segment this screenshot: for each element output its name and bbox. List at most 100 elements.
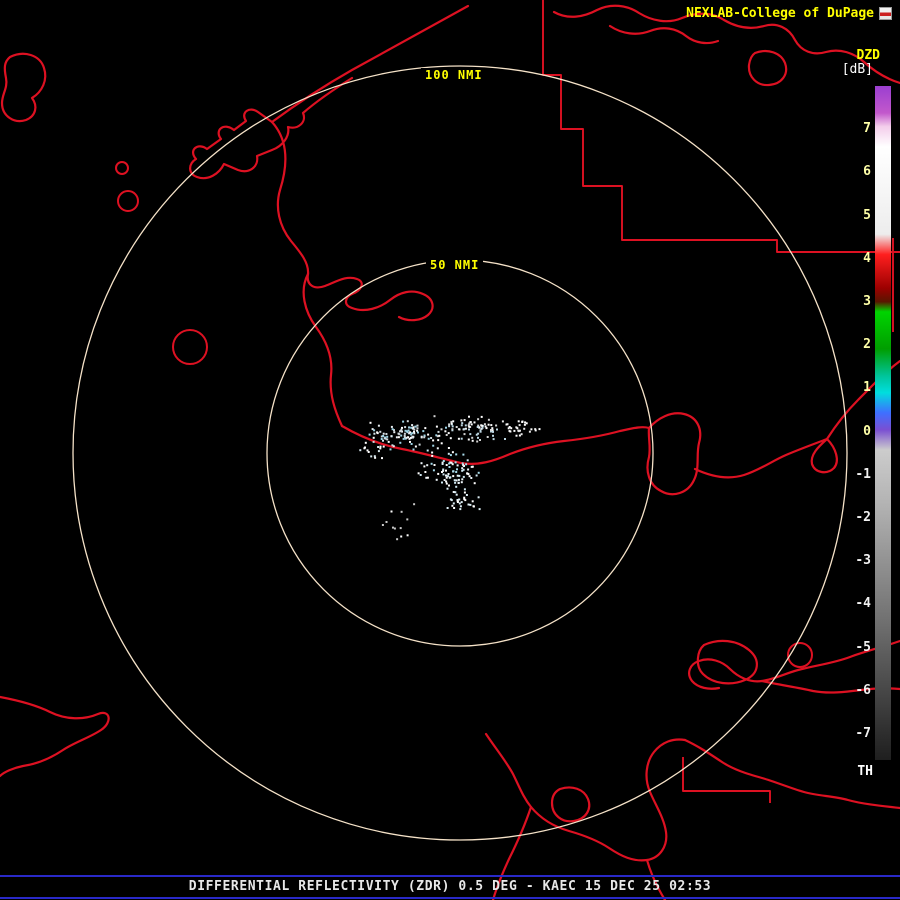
radar-echo-dot [472, 500, 474, 502]
radar-echo-dot [428, 438, 430, 440]
radar-echo-dot [448, 425, 450, 427]
radar-echo-dot [445, 481, 447, 483]
radar-echo-dot [407, 534, 409, 536]
radar-echo-dot [496, 429, 498, 431]
radar-echo-dot [385, 433, 387, 435]
radar-echo-dot [485, 426, 487, 428]
brand-text: NEXLAB-College of DuPage [686, 6, 874, 21]
radar-echo-dot [448, 432, 450, 434]
radar-echo-dot [464, 492, 466, 494]
radar-echo-dot [391, 511, 393, 513]
radar-echo-dot [488, 424, 490, 426]
colorbar-tick: -1 [855, 468, 871, 482]
radar-echo-dot [479, 439, 481, 441]
radar-echo-dot [478, 472, 480, 474]
radar-echo-dot [424, 427, 426, 429]
radar-echo-dot [468, 416, 470, 418]
radar-echo-dot [413, 429, 415, 431]
radar-echo-dot [390, 435, 392, 437]
radar-echo-dot [368, 451, 370, 453]
radar-echo-dot [391, 426, 393, 428]
radar-echo-dot [438, 431, 440, 433]
radar-echo-dot [476, 441, 478, 443]
radar-echo-dot [412, 426, 414, 428]
radar-echo-dot [477, 433, 479, 435]
radar-echo-dot [445, 427, 447, 429]
site-brand: NEXLAB-College of DuPage [686, 6, 892, 21]
radar-echo-dot [446, 483, 448, 485]
radar-echo-dot [401, 511, 403, 513]
radar-echo-dot [411, 424, 413, 426]
radar-echo-dot [365, 442, 367, 444]
radar-echo-dot [391, 444, 393, 446]
radar-echo-dot [478, 496, 480, 498]
radar-echo-dot [451, 462, 453, 464]
radar-echo-dot [472, 440, 474, 442]
radar-echo-dot [452, 470, 454, 472]
radar-echo-dot [464, 499, 466, 501]
radar-echo-dot [490, 424, 492, 426]
radar-echo-dot [524, 424, 526, 426]
colorbar-product-label: DZD [857, 48, 880, 63]
radar-echo-dot [373, 441, 375, 443]
radar-echo-dot [431, 463, 433, 465]
radar-echo-dot [404, 426, 406, 428]
radar-echo-dot [394, 528, 396, 530]
radar-echo-dot [377, 446, 379, 448]
radar-echo-dot [416, 430, 418, 432]
colorbar-tick: 4 [863, 252, 871, 266]
lake-outline [118, 191, 138, 211]
radar-echo-dot [453, 502, 455, 504]
radar-echo-dot [431, 455, 433, 457]
radar-echo-dot [530, 428, 532, 430]
radar-echo-dot [455, 453, 457, 455]
radar-echo-dot [415, 426, 417, 428]
range-rings-group [73, 66, 847, 840]
radar-echo-dot [404, 433, 406, 435]
radar-echo-dot [449, 466, 451, 468]
coastline-path [342, 426, 649, 464]
radar-echo-dot [441, 482, 443, 484]
radar-echo-dot [509, 431, 511, 433]
radar-echo-dot [406, 437, 408, 439]
coastline-path [304, 274, 342, 426]
radar-echo-dot [373, 437, 375, 439]
radar-echo-dot [444, 430, 446, 432]
radar-echo-dot [452, 475, 454, 477]
colorbar-gradient [875, 86, 891, 760]
radar-echo-dot [421, 436, 423, 438]
radar-echo-dot [455, 486, 457, 488]
radar-echo-dot [467, 469, 469, 471]
radar-echo-dot [452, 420, 454, 422]
radar-echo-dot [448, 423, 450, 425]
radar-echo-dot [400, 435, 402, 437]
radar-echo-dot [382, 524, 384, 526]
radar-echo-dot [446, 434, 448, 436]
radar-echo-dot [463, 465, 465, 467]
radar-echo-dot [398, 433, 400, 435]
cod-logo-icon [879, 7, 892, 20]
radar-echo-dot [516, 427, 518, 429]
radar-echo-dot [456, 479, 458, 481]
colorbar-tick: 0 [863, 425, 871, 439]
radar-echo-dot [461, 501, 463, 503]
radar-echo-dot [518, 430, 520, 432]
radar-echo-dot [461, 438, 463, 440]
radar-echo-dot [448, 485, 450, 487]
radar-echo-dot [434, 415, 436, 417]
radar-echo-dot [480, 429, 482, 431]
radar-echo-dot [504, 438, 506, 440]
coastline-path [272, 6, 468, 122]
radar-echo-dot [459, 508, 461, 510]
radar-echoes-layer [359, 415, 540, 540]
radar-echo-dot [383, 433, 385, 435]
radar-echo-dot [491, 427, 493, 429]
radar-echo-dot [477, 426, 479, 428]
radar-echo-dot [369, 434, 371, 436]
colorbar-threshold-label: TH [857, 764, 873, 779]
radar-echo-dot [454, 482, 456, 484]
radar-echo-dot [466, 494, 468, 496]
radar-echo-dot [373, 433, 375, 435]
radar-echo-dot [372, 428, 374, 430]
radar-echo-dot [468, 439, 470, 441]
